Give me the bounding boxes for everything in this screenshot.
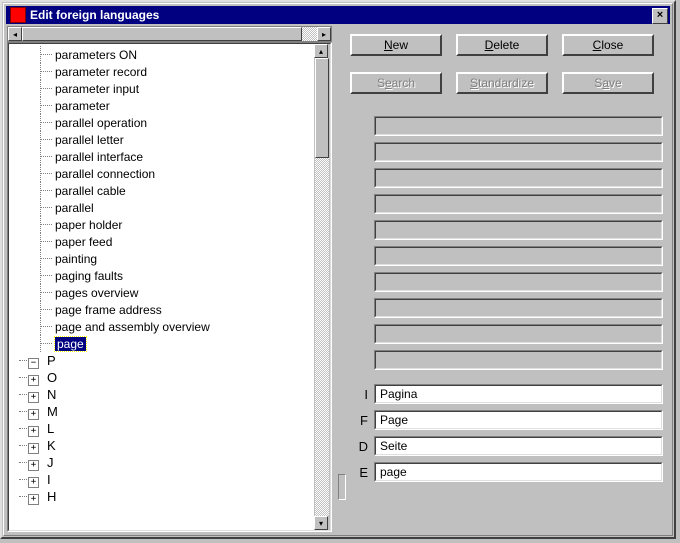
tree-group[interactable]: +I (13, 471, 314, 488)
tree-item[interactable]: parameters ON (13, 46, 314, 63)
tree-item[interactable]: paper feed (13, 233, 314, 250)
tree-item[interactable]: page (13, 335, 314, 352)
tree-item[interactable]: parameter input (13, 80, 314, 97)
horizontal-scrollbar[interactable]: ◂ ▸ (7, 26, 332, 42)
lang-field[interactable] (375, 221, 662, 239)
scroll-up-button[interactable]: ▴ (314, 44, 328, 58)
expand-icon[interactable]: + (28, 494, 39, 505)
expand-icon[interactable]: + (28, 477, 39, 488)
tree-pane: ◂ ▸ parameters ONparameter recordparamet… (7, 26, 332, 532)
tree-item[interactable]: parameter (13, 97, 314, 114)
lang-input[interactable]: Page (375, 411, 662, 429)
new-button[interactable]: New (350, 34, 442, 56)
lang-field[interactable] (375, 169, 662, 187)
scroll-thumb-h[interactable] (22, 27, 302, 41)
tree-item[interactable]: parallel cable (13, 182, 314, 199)
close-button[interactable]: Close (562, 34, 654, 56)
tree-item[interactable]: parallel connection (13, 165, 314, 182)
lang-field[interactable] (375, 143, 662, 161)
expand-icon[interactable]: + (28, 375, 39, 386)
vertical-scrollbar[interactable]: ▴ ▾ (314, 44, 330, 530)
tree-group[interactable]: +O (13, 369, 314, 386)
scroll-thumb-v[interactable] (315, 58, 329, 158)
expand-icon[interactable]: + (28, 443, 39, 454)
standardize-button[interactable]: Standardize (456, 72, 548, 94)
window-title: Edit foreign languages (30, 8, 159, 22)
expand-icon[interactable]: + (28, 460, 39, 471)
tree-item[interactable]: paging faults (13, 267, 314, 284)
search-button[interactable]: Search (350, 72, 442, 94)
tree-group[interactable]: −P (13, 352, 314, 369)
expand-icon[interactable]: + (28, 392, 39, 403)
scroll-left-button[interactable]: ◂ (8, 27, 22, 41)
tree-group[interactable]: +K (13, 437, 314, 454)
tree-group[interactable]: +L (13, 420, 314, 437)
tree-item[interactable]: paper holder (13, 216, 314, 233)
lang-field[interactable] (375, 247, 662, 265)
tree-item[interactable]: parallel letter (13, 131, 314, 148)
tree-item[interactable]: parameter record (13, 63, 314, 80)
tree-item[interactable]: pages overview (13, 284, 314, 301)
tree-item[interactable]: parallel operation (13, 114, 314, 131)
expand-icon[interactable]: + (28, 426, 39, 437)
tree-item[interactable]: page and assembly overview (13, 318, 314, 335)
form-pane: New Delete Close Search Standardize Save… (344, 26, 669, 532)
tree-group[interactable]: +H (13, 488, 314, 505)
tree-item[interactable]: painting (13, 250, 314, 267)
scroll-down-button[interactable]: ▾ (314, 516, 328, 530)
tree-group[interactable]: +N (13, 386, 314, 403)
tree-view[interactable]: parameters ONparameter recordparameter i… (9, 44, 314, 530)
lang-label: F (350, 413, 368, 428)
expand-icon[interactable]: + (28, 409, 39, 420)
save-button[interactable]: Save (562, 72, 654, 94)
scroll-track-v[interactable] (315, 58, 329, 516)
titlebar: Edit foreign languages × (6, 6, 670, 24)
lang-label: I (350, 387, 368, 402)
lang-field[interactable] (375, 351, 662, 369)
tree-item[interactable]: parallel interface (13, 148, 314, 165)
lang-field[interactable] (375, 299, 662, 317)
tree-item[interactable]: parallel (13, 199, 314, 216)
lang-label: D (350, 439, 368, 454)
scroll-track-h[interactable] (22, 27, 317, 41)
lang-input[interactable]: Pagina (375, 385, 662, 403)
lang-input[interactable]: page (375, 463, 662, 481)
title-icon (10, 7, 26, 23)
lang-field[interactable] (375, 195, 662, 213)
collapse-icon[interactable]: − (28, 358, 39, 369)
dialog-window: Edit foreign languages × ◂ ▸ parameters … (0, 0, 676, 539)
lang-input[interactable]: Seite (375, 437, 662, 455)
delete-button[interactable]: Delete (456, 34, 548, 56)
tree-group[interactable]: +J (13, 454, 314, 471)
lang-field[interactable] (375, 325, 662, 343)
scroll-right-button[interactable]: ▸ (317, 27, 331, 41)
lang-field[interactable] (375, 273, 662, 291)
close-icon[interactable]: × (652, 8, 668, 24)
lang-field[interactable] (375, 117, 662, 135)
tree-group[interactable]: +M (13, 403, 314, 420)
tree-item[interactable]: page frame address (13, 301, 314, 318)
lang-label: E (350, 465, 368, 480)
